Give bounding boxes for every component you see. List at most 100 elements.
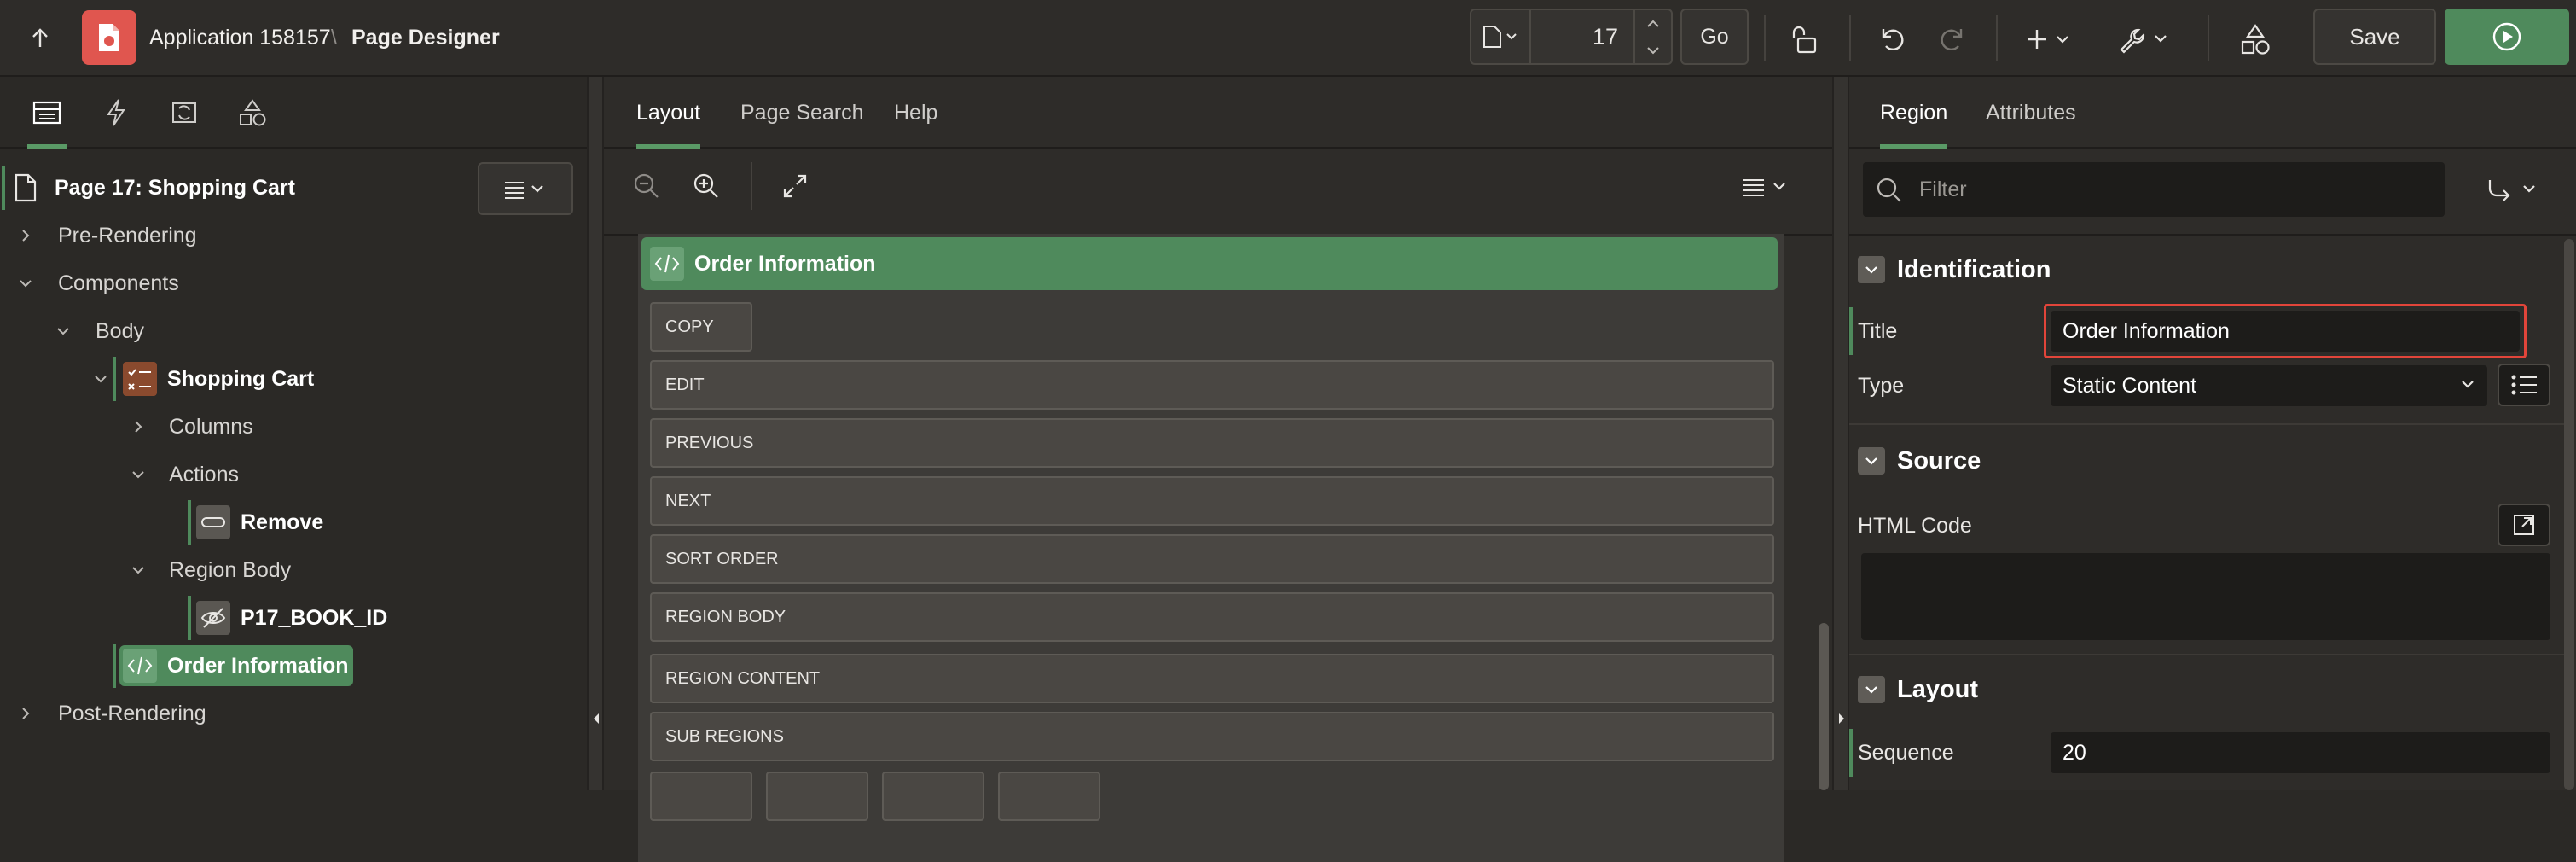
page-spinner[interactable] bbox=[1633, 10, 1671, 63]
middle-pane-tabs: Layout Page Search Help bbox=[604, 77, 1832, 149]
chevron-down-icon[interactable] bbox=[1646, 46, 1660, 55]
list-icon bbox=[2511, 375, 2537, 395]
tree-label: Columns bbox=[169, 414, 253, 439]
section-heading: Layout bbox=[1897, 675, 1979, 703]
expand-icon[interactable] bbox=[778, 169, 812, 203]
slot-previous[interactable]: PREVIOUS bbox=[650, 418, 1774, 468]
lock-icon[interactable] bbox=[1787, 20, 1825, 58]
page-selector: 17 bbox=[1470, 9, 1673, 65]
tree-label: Remove bbox=[241, 510, 324, 534]
chevron-down-icon[interactable] bbox=[53, 321, 73, 341]
slot-next[interactable]: NEXT bbox=[650, 476, 1774, 526]
breadcrumb-separator: \ bbox=[331, 25, 337, 50]
interactive-report-icon bbox=[123, 362, 157, 396]
collapse-icon[interactable] bbox=[1858, 447, 1885, 475]
processing-icon bbox=[172, 102, 196, 123]
up-arrow-icon[interactable] bbox=[26, 24, 55, 53]
tree-label: Components bbox=[58, 271, 179, 295]
tab-attributes[interactable]: Attributes bbox=[1986, 77, 2076, 149]
slot-edit[interactable]: EDIT bbox=[650, 360, 1774, 410]
chevron-down-icon[interactable] bbox=[128, 560, 148, 580]
hidden-item-icon bbox=[196, 601, 230, 635]
zoom-out-icon[interactable] bbox=[629, 169, 664, 203]
slot-sort-order[interactable]: SORT ORDER bbox=[650, 534, 1774, 584]
redo-icon[interactable] bbox=[1935, 20, 1972, 58]
tree-label: Actions bbox=[169, 462, 239, 486]
lightning-icon bbox=[107, 99, 125, 126]
tree-label: Region Body bbox=[169, 557, 292, 582]
slot-placeholder[interactable] bbox=[998, 772, 1100, 821]
html-code-textarea[interactable] bbox=[1861, 553, 2550, 640]
tab-shared-components[interactable] bbox=[235, 77, 270, 149]
menu-icon bbox=[505, 182, 543, 199]
chevron-down-icon[interactable] bbox=[90, 369, 111, 389]
tree-menu-button[interactable] bbox=[478, 162, 573, 215]
layout-scrollbar[interactable] bbox=[1819, 623, 1829, 790]
tab-page-search[interactable]: Page Search bbox=[740, 77, 864, 149]
type-list-button[interactable] bbox=[2498, 364, 2550, 406]
slot-region-body[interactable]: REGION BODY bbox=[650, 592, 1774, 642]
section-identification[interactable]: Identification bbox=[1858, 244, 2051, 295]
slot-placeholder[interactable] bbox=[882, 772, 984, 821]
type-select-value: Static Content bbox=[2063, 373, 2197, 398]
open-code-editor-button[interactable] bbox=[2498, 504, 2550, 546]
slot-placeholder[interactable] bbox=[650, 772, 752, 821]
create-menu[interactable] bbox=[2023, 20, 2076, 58]
section-heading: Source bbox=[1897, 446, 1981, 475]
collapse-left-icon[interactable] bbox=[592, 712, 600, 725]
tree-label: Post-Rendering bbox=[58, 701, 206, 725]
filter-input[interactable]: Filter bbox=[1863, 162, 2445, 217]
title-input[interactable]: Order Information bbox=[2051, 311, 2520, 352]
chevron-right-icon[interactable] bbox=[15, 703, 36, 724]
tab-rendering[interactable] bbox=[27, 77, 67, 149]
run-button[interactable] bbox=[2445, 9, 2569, 65]
right-pane-tabs: Region Attributes bbox=[1849, 77, 2576, 149]
slot-region-content[interactable]: REGION CONTENT bbox=[650, 654, 1774, 703]
tab-help[interactable]: Help bbox=[894, 77, 937, 149]
rendering-icon bbox=[32, 101, 61, 125]
slot-copy[interactable]: COPY bbox=[650, 302, 752, 352]
page-number-input[interactable]: 17 bbox=[1531, 24, 1633, 50]
page-icon bbox=[1483, 26, 1517, 48]
chevron-down-icon[interactable] bbox=[128, 464, 148, 485]
chevron-down-icon bbox=[2462, 381, 2474, 388]
undo-icon[interactable] bbox=[1872, 20, 1910, 58]
slot-placeholder[interactable] bbox=[766, 772, 868, 821]
collapse-icon[interactable] bbox=[1858, 676, 1885, 703]
go-button[interactable]: Go bbox=[1680, 9, 1749, 65]
shared-components-icon[interactable] bbox=[2235, 20, 2276, 58]
section-layout[interactable]: Layout bbox=[1858, 664, 1978, 715]
code-icon bbox=[650, 247, 684, 281]
app-icon[interactable] bbox=[82, 10, 136, 65]
collapse-right-icon[interactable] bbox=[1837, 712, 1846, 725]
utilities-wrench-menu[interactable] bbox=[2115, 20, 2175, 58]
html-code-label: HTML Code bbox=[1858, 513, 1972, 538]
chevron-right-icon[interactable] bbox=[15, 225, 36, 246]
tree-root-label: Page 17: Shopping Cart bbox=[55, 175, 295, 200]
chevron-right-icon[interactable] bbox=[128, 416, 148, 437]
tab-layout[interactable]: Layout bbox=[636, 77, 701, 149]
title-label: Title bbox=[1858, 318, 1898, 343]
section-source[interactable]: Source bbox=[1858, 435, 1981, 486]
region-order-information[interactable]: Order Information bbox=[641, 237, 1778, 290]
left-pane-tabs bbox=[0, 77, 587, 149]
slot-sub-regions[interactable]: SUB REGIONS bbox=[650, 712, 1774, 761]
layout-menu-button[interactable] bbox=[1738, 169, 1793, 203]
app-title[interactable]: Application 158157 bbox=[149, 0, 331, 75]
page-type-menu[interactable] bbox=[1471, 10, 1531, 63]
type-select[interactable]: Static Content bbox=[2051, 365, 2487, 406]
zoom-in-icon[interactable] bbox=[689, 169, 723, 203]
tab-processing[interactable] bbox=[167, 77, 201, 149]
chevron-up-icon[interactable] bbox=[1646, 20, 1660, 28]
left-splitter[interactable] bbox=[587, 77, 604, 790]
tab-dynamic-actions[interactable] bbox=[99, 77, 133, 149]
chevron-down-icon[interactable] bbox=[15, 273, 36, 294]
collapse-icon[interactable] bbox=[1858, 256, 1885, 283]
property-scrollbar[interactable] bbox=[2564, 239, 2574, 790]
save-button[interactable]: Save bbox=[2313, 9, 2436, 65]
go-to-group-menu[interactable] bbox=[2480, 171, 2549, 208]
tree-label: Shopping Cart bbox=[167, 366, 315, 391]
tab-region[interactable]: Region bbox=[1880, 77, 1948, 149]
right-splitter[interactable] bbox=[1832, 77, 1849, 790]
sequence-input[interactable]: 20 bbox=[2051, 732, 2550, 773]
